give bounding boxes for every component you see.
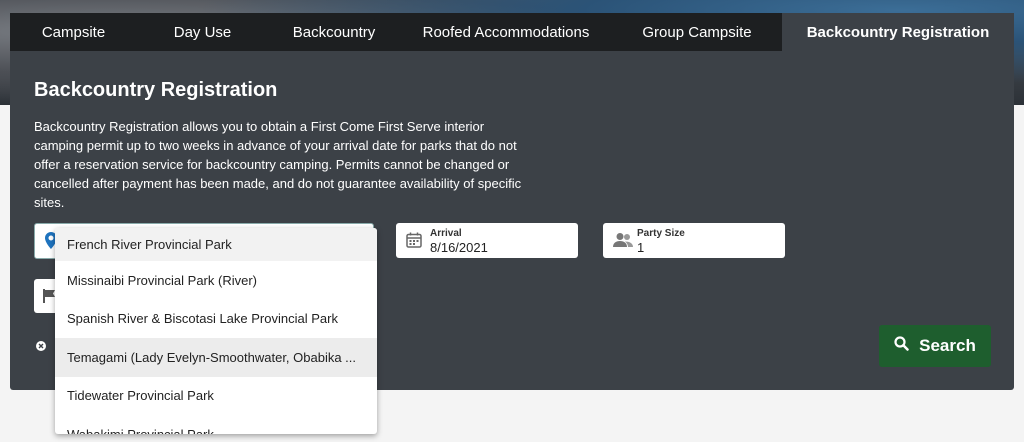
- search-icon: [894, 336, 909, 356]
- park-option[interactable]: Wabakimi Provincial Park: [55, 415, 377, 434]
- park-option[interactable]: Spanish River & Biscotasi Lake Provincia…: [55, 300, 377, 339]
- tab-roofed-accommodations[interactable]: Roofed Accommodations: [400, 13, 612, 51]
- park-option[interactable]: French River Provincial Park: [55, 228, 377, 261]
- park-option[interactable]: Missinaibi Provincial Park (River): [55, 261, 377, 300]
- park-option[interactable]: Temagami (Lady Evelyn-Smoothwater, Obabi…: [55, 338, 377, 377]
- clear-icon[interactable]: [36, 338, 46, 356]
- party-size-field[interactable]: Party Size 1: [603, 223, 785, 258]
- search-button-label: Search: [919, 336, 976, 355]
- tab-backcountry[interactable]: Backcountry: [268, 13, 400, 51]
- park-option[interactable]: Tidewater Provincial Park: [55, 377, 377, 416]
- calendar-icon: [406, 232, 422, 253]
- panel-description: Backcountry Registration allows you to o…: [34, 119, 522, 210]
- arrival-value: 8/16/2021: [430, 240, 488, 255]
- panel-title: Backcountry Registration: [34, 79, 278, 101]
- arrival-date-field[interactable]: Arrival 8/16/2021: [396, 223, 578, 258]
- arrival-label: Arrival: [430, 228, 462, 239]
- tab-day-use[interactable]: Day Use: [137, 13, 268, 51]
- tab-group-campsite[interactable]: Group Campsite: [612, 13, 782, 51]
- tab-bar: Campsite Day Use Backcountry Roofed Acco…: [10, 13, 1014, 51]
- party-size-value: 1: [637, 240, 645, 255]
- party-size-label: Party Size: [637, 228, 685, 239]
- people-icon: [613, 232, 633, 253]
- tab-campsite[interactable]: Campsite: [10, 13, 137, 51]
- flag-icon: [43, 289, 55, 308]
- search-button[interactable]: Search: [879, 325, 991, 367]
- park-dropdown-list: French River Provincial Park Missinaibi …: [55, 228, 377, 434]
- tab-backcountry-registration[interactable]: Backcountry Registration: [782, 13, 1014, 51]
